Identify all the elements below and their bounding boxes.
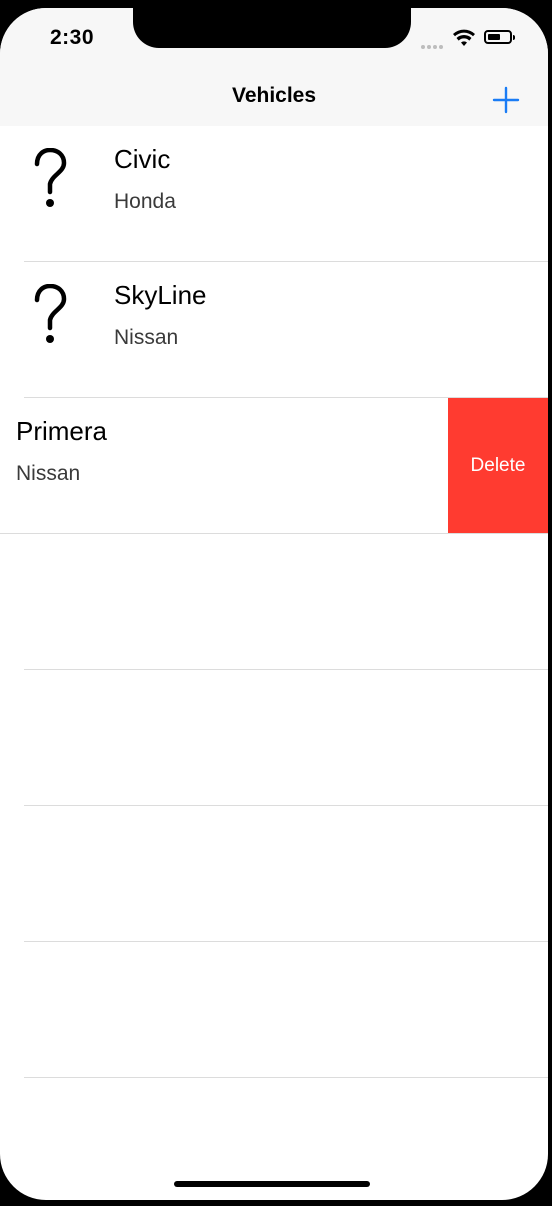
empty-row [0,534,548,670]
empty-row [0,670,548,806]
question-mark-icon [34,284,67,343]
status-time: 2:30 [50,26,95,49]
delete-button[interactable]: Delete [448,398,548,534]
vehicle-row-swiped[interactable]: Primera Nissan Delete [0,398,548,534]
vehicle-make: Nissan [114,326,179,349]
page-title: Vehicles [231,84,317,107]
phone-screen: 2:30 Vehicles Civic Honda SkyLine Nissan… [0,8,548,1200]
vehicle-row[interactable]: SkyLine Nissan [0,262,548,398]
wifi-icon [453,29,475,46]
device-notch [133,8,411,48]
question-mark-icon [34,148,67,207]
status-bar: 2:30 [0,8,548,68]
row-separator [24,1077,548,1078]
vehicle-make: Honda [114,190,176,213]
vehicle-list: Civic Honda SkyLine Nissan Primera Nissa… [0,126,548,1078]
vehicle-model: Primera [16,416,108,446]
plus-icon[interactable] [490,84,522,116]
vehicle-model: SkyLine [114,280,207,310]
empty-row [0,942,548,1078]
vehicle-model: Civic [114,144,171,174]
vehicle-make: Nissan [16,462,81,485]
empty-row [0,806,548,942]
home-indicator[interactable] [174,1181,370,1187]
cellular-signal-icon [421,36,445,54]
vehicle-row[interactable]: Civic Honda [0,126,548,262]
navigation-bar: 2:30 Vehicles [0,8,548,127]
battery-icon [484,30,515,44]
